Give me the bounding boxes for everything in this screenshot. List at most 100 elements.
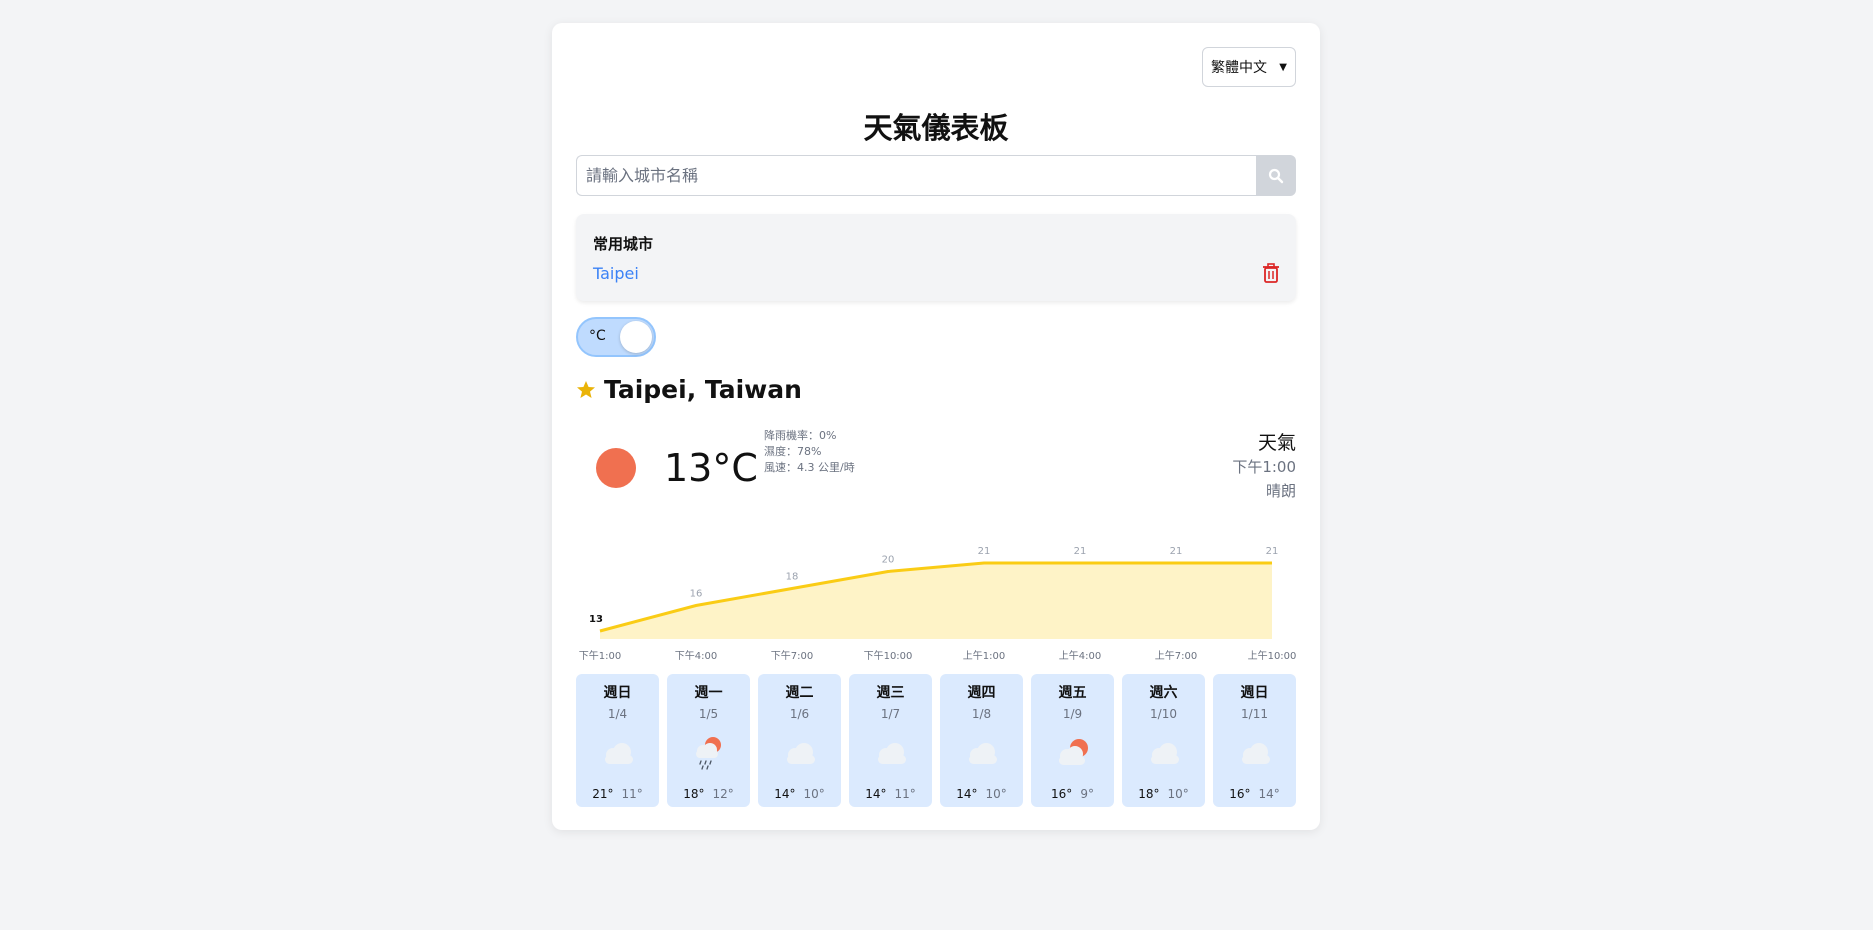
- forecast-day-card[interactable]: 週六 1/10 18° 10°: [1122, 674, 1205, 807]
- chart-data-label: 16: [690, 589, 703, 600]
- trash-icon[interactable]: [1262, 263, 1280, 283]
- forecast-date: 1/10: [1150, 707, 1177, 721]
- unit-toggle-label: °C: [589, 328, 606, 344]
- search-input[interactable]: [576, 155, 1256, 196]
- chart-tick-label: 上午4:00: [1059, 649, 1101, 662]
- forecast-day-name: 週四: [967, 685, 996, 701]
- forecast-high: 18°: [1138, 787, 1160, 801]
- favorite-city-link[interactable]: Taipei: [593, 264, 639, 283]
- forecast-day-name: 週六: [1149, 685, 1178, 701]
- forecast-day-card[interactable]: 週二 1/6 14° 10°: [758, 674, 841, 807]
- forecast-day-name: 週日: [603, 685, 632, 701]
- forecast-date: 1/8: [971, 707, 992, 721]
- forecast-high: 14°: [774, 787, 796, 801]
- location-header: Taipei, Taiwan: [576, 375, 802, 404]
- cloud-icon: [869, 735, 913, 771]
- hourly-temperature-chart: 13 下午1:00 16 下午4:00 18 下午7:00 20 下午10:00 21 上午1:0…: [579, 546, 1296, 662]
- toggle-knob: [620, 321, 652, 353]
- forecast-day-card[interactable]: 週一 1/5 18° 12°: [667, 674, 750, 807]
- wind-speed: 風速：4.3 公里/時: [764, 461, 855, 474]
- chart-data-label: 21: [978, 546, 991, 557]
- language-select[interactable]: 繁體中文 ▼: [1202, 47, 1296, 87]
- forecast-date: 1/9: [1062, 707, 1083, 721]
- chart-data-label: 21: [1170, 546, 1183, 557]
- forecast-day-name: 週二: [785, 685, 814, 701]
- forecast-high: 16°: [1229, 787, 1251, 801]
- forecast-date: 1/5: [698, 707, 719, 721]
- chart-data-label: 18: [786, 572, 799, 583]
- location-name: Taipei, Taiwan: [604, 375, 802, 404]
- forecast-temps: 14° 10°: [758, 787, 841, 801]
- daily-forecast: 週日 1/4 21° 11° 週一 1/5 18° 12° 週二 1/6 14° 10° 週三 1/7 14…: [576, 674, 1296, 807]
- forecast-low: 9°: [1080, 787, 1094, 801]
- forecast-day-card[interactable]: 週日 1/11 16° 14°: [1213, 674, 1296, 807]
- chart-area-fill: [600, 563, 1272, 639]
- forecast-temps: 14° 11°: [849, 787, 932, 801]
- current-time: 下午1:00: [1232, 458, 1296, 476]
- chart-tick-label: 下午4:00: [675, 649, 717, 662]
- chart-data-label: 13: [589, 614, 603, 625]
- sun-rain-cloud-icon: [687, 735, 731, 771]
- forecast-temps: 18° 12°: [667, 787, 750, 801]
- forecast-date: 1/4: [607, 707, 628, 721]
- chart-tick-label: 下午1:00: [579, 649, 621, 662]
- forecast-high: 21°: [592, 787, 614, 801]
- cloud-icon: [960, 735, 1004, 771]
- sun-icon: [596, 448, 636, 488]
- favorites-title: 常用城市: [593, 235, 654, 253]
- forecast-temps: 16° 9°: [1031, 787, 1114, 801]
- cloud-icon: [1233, 735, 1277, 771]
- sun-cloud-icon: [1051, 735, 1095, 771]
- forecast-high: 14°: [956, 787, 978, 801]
- unit-toggle[interactable]: °C: [576, 317, 656, 357]
- search-bar: [576, 155, 1296, 196]
- forecast-low: 10°: [1167, 787, 1189, 801]
- forecast-low: 11°: [621, 787, 643, 801]
- forecast-temps: 18° 10°: [1122, 787, 1205, 801]
- forecast-date: 1/6: [789, 707, 810, 721]
- forecast-low: 11°: [894, 787, 916, 801]
- current-temperature: 13°C: [664, 446, 758, 490]
- forecast-day-card[interactable]: 週五 1/9 16° 9°: [1031, 674, 1114, 807]
- forecast-day-name: 週一: [694, 685, 723, 701]
- forecast-day-name: 週日: [1240, 685, 1269, 701]
- forecast-day-card[interactable]: 週三 1/7 14° 11°: [849, 674, 932, 807]
- humidity: 濕度：78%: [764, 445, 822, 458]
- forecast-high: 18°: [683, 787, 705, 801]
- cloud-icon: [1142, 735, 1186, 771]
- chart-tick-label: 上午7:00: [1155, 649, 1197, 662]
- star-icon[interactable]: [576, 380, 596, 400]
- chart-tick-label: 下午10:00: [864, 649, 913, 662]
- current-summary: 天氣 下午1:00 晴朗: [1232, 428, 1296, 503]
- search-icon: [1268, 168, 1284, 183]
- forecast-temps: 21° 11°: [576, 787, 659, 801]
- favorite-cities: 常用城市 Taipei: [576, 214, 1296, 301]
- weather-card: 繁體中文 ▼ 天氣儀表板 常用城市 Taipei °C Taipei,: [552, 23, 1320, 830]
- current-weather: 13°C 降雨機率：0% 濕度：78% 風速：4.3 公里/時 天氣 下午1:0…: [576, 423, 1296, 523]
- forecast-high: 14°: [865, 787, 887, 801]
- language-selected: 繁體中文: [1211, 60, 1267, 76]
- chart-tick-label: 上午1:00: [963, 649, 1005, 662]
- forecast-day-name: 週五: [1058, 685, 1087, 701]
- forecast-low: 10°: [985, 787, 1007, 801]
- forecast-day-card[interactable]: 週四 1/8 14° 10°: [940, 674, 1023, 807]
- weather-label: 天氣: [1257, 432, 1296, 454]
- forecast-high: 16°: [1051, 787, 1073, 801]
- forecast-date: 1/7: [880, 707, 901, 721]
- chart-data-label: 20: [882, 555, 895, 566]
- forecast-day-name: 週三: [876, 685, 905, 701]
- forecast-low: 12°: [712, 787, 734, 801]
- chart-data-label: 21: [1074, 546, 1087, 557]
- weather-details: 降雨機率：0% 濕度：78% 風速：4.3 公里/時: [764, 428, 855, 476]
- chart-tick-label: 下午7:00: [771, 649, 813, 662]
- cloud-icon: [778, 735, 822, 771]
- cloud-icon: [596, 735, 640, 771]
- chart-tick-label: 上午10:00: [1248, 649, 1296, 662]
- chevron-down-icon: ▼: [1279, 61, 1287, 73]
- forecast-temps: 16° 14°: [1213, 787, 1296, 801]
- search-button[interactable]: [1256, 155, 1296, 196]
- forecast-day-card[interactable]: 週日 1/4 21° 11°: [576, 674, 659, 807]
- forecast-low: 10°: [803, 787, 825, 801]
- rain-chance: 降雨機率：0%: [764, 429, 837, 442]
- forecast-temps: 14° 10°: [940, 787, 1023, 801]
